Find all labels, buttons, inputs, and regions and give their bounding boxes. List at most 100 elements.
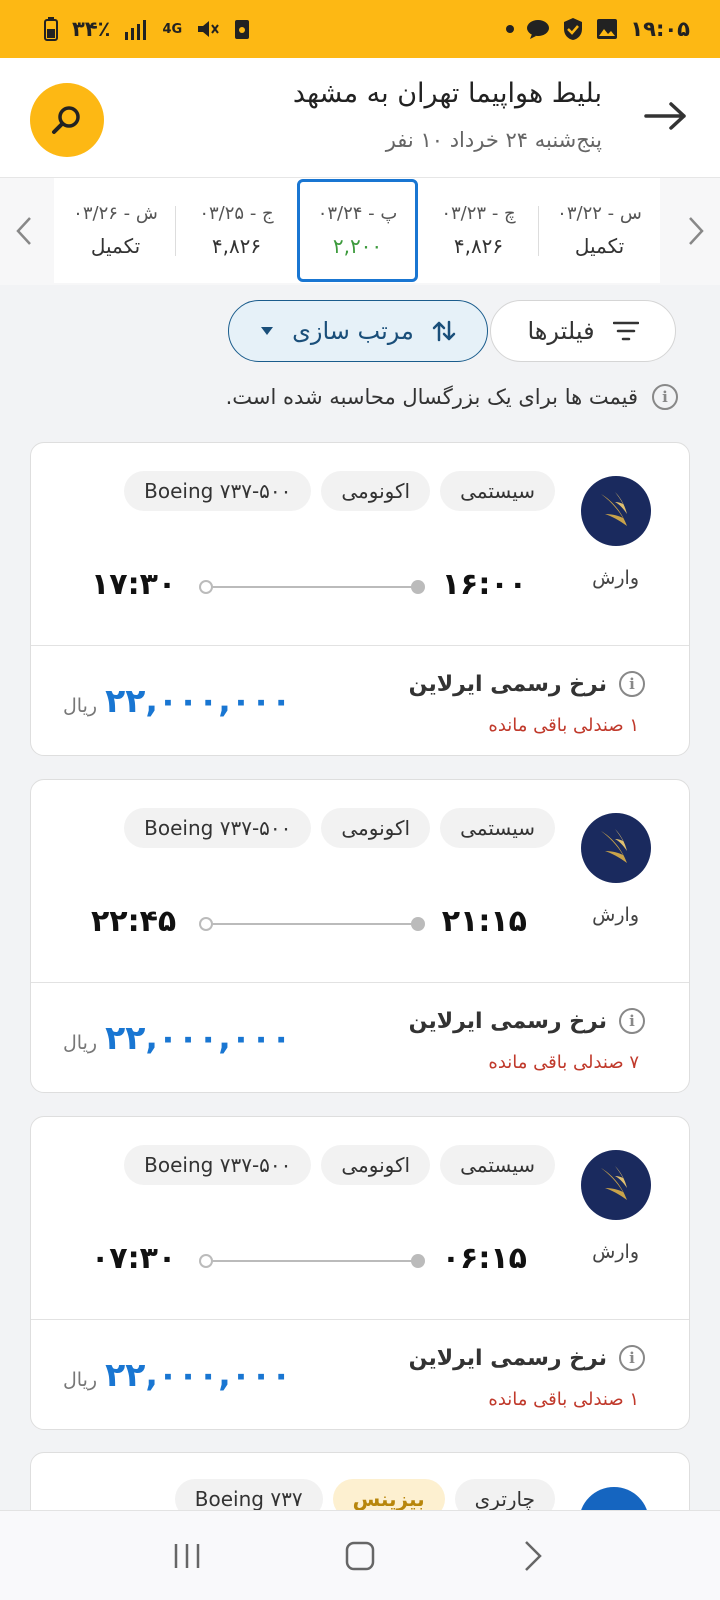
date-label: س - ۰۳/۲۲ [557, 203, 642, 224]
flight-card-top: وارش سیستمی اکونومی Boeing ۷۳۷-۵۰۰ ۲۱:۱۵… [31, 780, 689, 983]
arrival-time: ۱۷:۳۰ [91, 567, 177, 602]
flight-price: ریال ۲۲,۰۰۰,۰۰۰ [63, 681, 291, 720]
home-icon [345, 1541, 375, 1570]
fare-info: i نرخ رسمی ایرلاین [409, 1345, 645, 1371]
arrival-time: ۲۲:۴۵ [91, 904, 177, 939]
date-price: تکمیل [90, 234, 141, 258]
flight-card-bottom: i نرخ رسمی ایرلاین ۱ صندلی باقی مانده ری… [31, 647, 689, 755]
arrival-dot [199, 580, 213, 594]
date-label: ج - ۰۳/۲۵ [199, 203, 274, 224]
date-price: تکمیل [574, 234, 625, 258]
date-item[interactable]: س - ۰۳/۲۲ تکمیل [539, 178, 660, 283]
filters-button[interactable]: فیلترها [490, 300, 676, 362]
arrival-time: ۰۷:۳۰ [91, 1241, 177, 1276]
arrival-dot [199, 1254, 213, 1268]
search-icon [52, 106, 80, 134]
dot-icon [506, 25, 515, 33]
fare-label: نرخ رسمی ایرلاین [408, 1008, 607, 1034]
sort-button[interactable]: مرتب سازی [228, 300, 488, 362]
filters-label: فیلترها [527, 317, 595, 345]
back-button[interactable] [638, 88, 694, 144]
header: بلیط هواپیما تهران به مشهد پنج‌شنبه ۲۴ خ… [0, 58, 720, 178]
flight-card[interactable]: وارش سیستمی اکونومی Boeing ۷۳۷-۵۰۰ ۲۱:۱۵… [30, 779, 690, 1093]
flight-card[interactable]: وارش سیستمی اکونومی Boeing ۷۳۷-۵۰۰ ۱۶:۰۰… [30, 442, 690, 756]
date-next-button[interactable] [676, 206, 716, 256]
departure-dot [411, 1254, 425, 1268]
date-item-selected[interactable]: پ - ۰۳/۲۴ ۲,۲۰۰ [297, 179, 418, 282]
flight-card-top: وارش سیستمی اکونومی Boeing ۷۳۷-۵۰۰ ۰۶:۱۵… [31, 1117, 689, 1320]
route-line [203, 1260, 415, 1262]
airline-logo [581, 476, 651, 546]
chevron-right-icon [689, 217, 704, 245]
price-value: ۲۲,۰۰۰,۰۰۰ [105, 681, 292, 720]
sort-label: مرتب سازی [292, 317, 414, 345]
battery-percent: ۳۴٪ [72, 17, 111, 41]
flight-tags: سیستمی اکونومی Boeing ۷۳۷-۵۰۰ [124, 1145, 555, 1185]
price-note: i قیمت ها برای یک بزرگسال محاسبه شده است… [226, 384, 678, 410]
info-icon[interactable]: i [619, 1008, 645, 1034]
date-price: ۲,۲۰۰ [332, 234, 383, 258]
status-bar: ۳۴٪ 4G ۱۹:۰۵ [0, 0, 720, 58]
flight-card-bottom: i نرخ رسمی ایرلاین ۷ صندلی باقی مانده ری… [31, 984, 689, 1092]
bird-logo-icon [601, 1166, 627, 1200]
date-price: ۴,۸۲۶ [453, 234, 504, 258]
system-nav-bar [0, 1510, 720, 1600]
info-icon[interactable]: i [619, 1345, 645, 1371]
signal-icon [124, 18, 148, 40]
recent-apps-button[interactable] [152, 1521, 222, 1591]
date-item[interactable]: ج - ۰۳/۲۵ ۴,۸۲۶ [176, 178, 297, 283]
flight-card-top: وارش سیستمی اکونومی Boeing ۷۳۷-۵۰۰ ۱۶:۰۰… [31, 443, 689, 646]
airline-name: وارش [592, 1241, 639, 1263]
flight-price: ریال ۲۲,۰۰۰,۰۰۰ [63, 1018, 291, 1057]
cabin-class-chip: اکونومی [321, 471, 431, 511]
airline-name: وارش [592, 904, 639, 926]
flight-type-chip: سیستمی [440, 1145, 555, 1185]
flight-tags: سیستمی اکونومی Boeing ۷۳۷-۵۰۰ [124, 808, 555, 848]
flight-price: ریال ۲۲,۰۰۰,۰۰۰ [63, 1355, 291, 1394]
seats-left: ۱ صندلی باقی مانده [488, 1389, 639, 1410]
departure-time: ۲۱:۱۵ [441, 904, 527, 939]
cabin-class-chip: اکونومی [321, 808, 431, 848]
status-bar-right: ۱۹:۰۵ [506, 17, 690, 41]
flight-type-chip: سیستمی [440, 808, 555, 848]
seats-left: ۱ صندلی باقی مانده [488, 715, 639, 736]
chevron-left-icon [16, 217, 31, 245]
date-price: ۴,۸۲۶ [211, 234, 262, 258]
date-item[interactable]: ش - ۰۳/۲۶ تکمیل [55, 178, 176, 283]
date-item[interactable]: چ - ۰۳/۲۳ ۴,۸۲۶ [418, 178, 539, 283]
home-button[interactable] [325, 1521, 395, 1591]
flight-tags: سیستمی اکونومی Boeing ۷۳۷-۵۰۰ [124, 471, 555, 511]
recycle-icon [234, 18, 250, 40]
search-button[interactable] [30, 83, 104, 157]
cabin-class-chip: اکونومی [321, 1145, 431, 1185]
page-title: بلیط هواپیما تهران به مشهد [292, 78, 602, 109]
page-subtitle: پنج‌شنبه ۲۴ خرداد ۱۰ نفر [385, 128, 602, 152]
chevron-right-icon [525, 1540, 543, 1571]
flight-card[interactable]: وارش سیستمی اکونومی Boeing ۷۳۷-۵۰۰ ۰۶:۱۵… [30, 1116, 690, 1430]
status-bar-left: ۳۴٪ 4G [44, 17, 250, 41]
chat-icon [526, 18, 550, 40]
departure-time: ۱۶:۰۰ [441, 567, 527, 602]
back-nav-button[interactable] [498, 1521, 568, 1591]
price-value: ۲۲,۰۰۰,۰۰۰ [105, 1018, 292, 1057]
arrival-dot [199, 917, 213, 931]
flight-card-bottom: i نرخ رسمی ایرلاین ۱ صندلی باقی مانده ری… [31, 1321, 689, 1429]
bird-logo-icon [601, 829, 627, 863]
price-note-text: قیمت ها برای یک بزرگسال محاسبه شده است. [225, 385, 638, 409]
date-prev-button[interactable] [4, 206, 44, 256]
fare-label: نرخ رسمی ایرلاین [408, 1345, 607, 1371]
aircraft-chip: Boeing ۷۳۷-۵۰۰ [124, 1145, 312, 1185]
aircraft-chip: Boeing ۷۳۷-۵۰۰ [124, 471, 312, 511]
shield-icon [562, 17, 584, 41]
caret-down-icon [261, 327, 274, 335]
flight-type-chip: سیستمی [440, 471, 555, 511]
departure-time: ۰۶:۱۵ [441, 1241, 527, 1276]
date-label: چ - ۰۳/۲۳ [441, 203, 516, 224]
info-icon: i [652, 384, 678, 410]
bird-logo-icon [601, 492, 627, 526]
aircraft-chip: Boeing ۷۳۷-۵۰۰ [124, 808, 312, 848]
info-icon[interactable]: i [619, 671, 645, 697]
airline-logo [581, 813, 651, 883]
fare-info: i نرخ رسمی ایرلاین [409, 1008, 645, 1034]
fare-info: i نرخ رسمی ایرلاین [409, 671, 645, 697]
